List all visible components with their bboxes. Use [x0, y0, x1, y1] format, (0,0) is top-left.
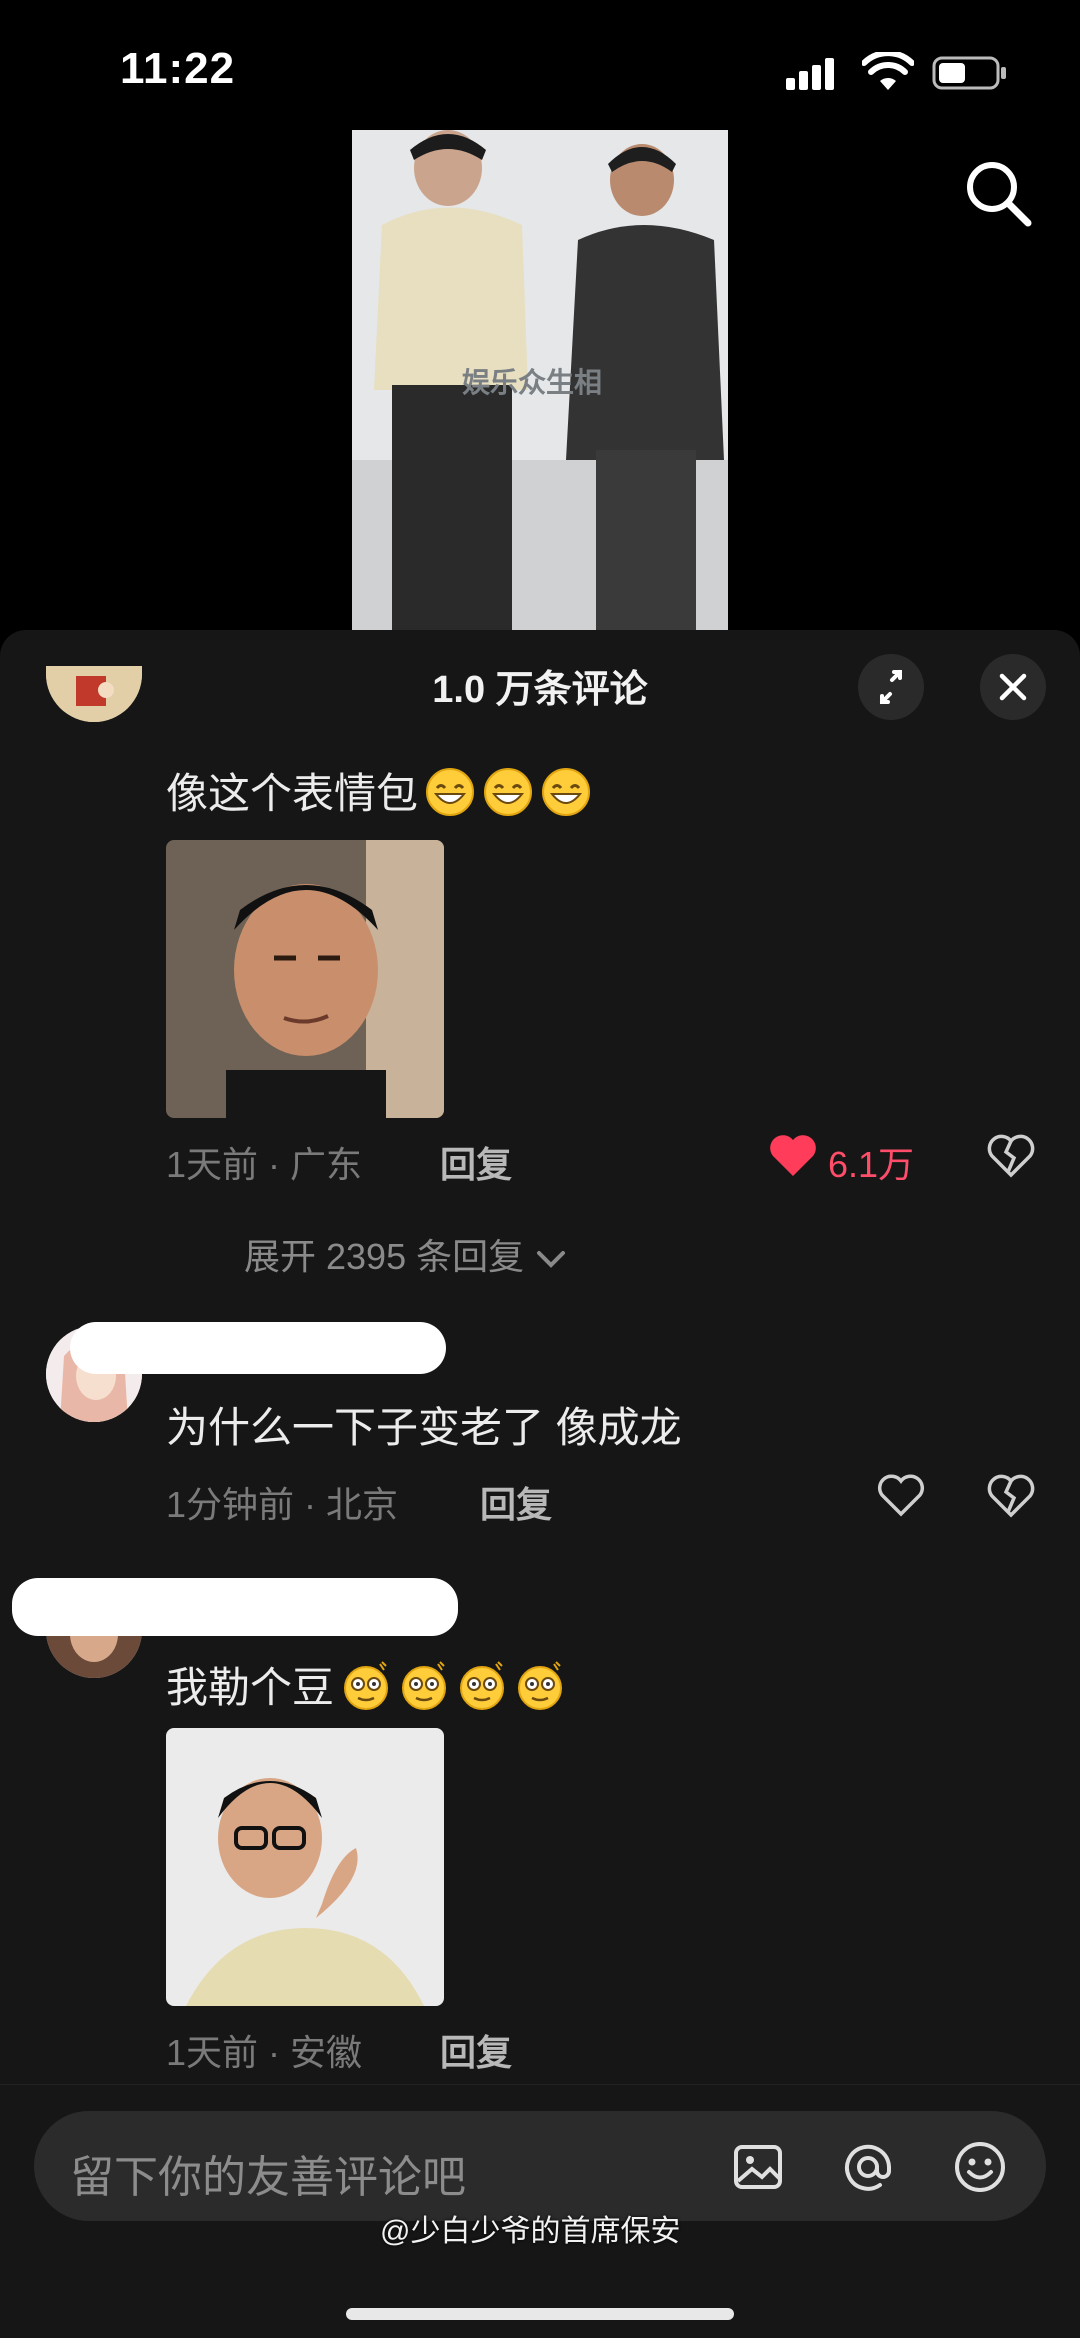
comment-input-placeholder: 留下你的友善评论吧: [70, 2153, 466, 2202]
mention-icon[interactable]: [840, 2139, 896, 2195]
grin-emoji-icon: [542, 768, 591, 816]
image-picker-icon[interactable]: [730, 2139, 786, 2195]
redaction-mark: [12, 1578, 458, 1636]
video-watermark: 娱乐众生相: [462, 366, 602, 399]
comment-input[interactable]: 留下你的友善评论吧: [34, 2111, 1046, 2221]
heart-filled-icon[interactable]: [768, 1132, 818, 1178]
redaction-mark: [70, 1322, 446, 1374]
dislike-icon[interactable]: [986, 1132, 1036, 1178]
source-watermark: @少白少爷的首席保安: [380, 2215, 681, 2248]
comment-meta: 1天前 · 安徽: [166, 2032, 363, 2073]
comment-body: 为什么一下子变老了 像成龙: [166, 1404, 682, 1451]
dizzy-emoji-icon: [518, 1661, 563, 1710]
comment-text: 像这个表情包: [166, 760, 592, 821]
sticker-image: [166, 1728, 444, 2006]
dizzy-emoji-icon: [402, 1661, 447, 1710]
comment-sheet: 1.0 万条评论 像这个表情包 1天前 · 广东 回复 6.1万 展开 2395…: [0, 630, 1080, 2338]
dizzy-emoji-icon: [344, 1661, 389, 1710]
comment-meta: 1天前 · 广东: [166, 1144, 363, 1185]
battery-icon: [932, 56, 1006, 90]
avatar[interactable]: [46, 666, 142, 722]
reply-button[interactable]: 回复: [480, 1476, 552, 1528]
close-icon: [999, 673, 1027, 701]
expand-replies-label: 展开 2395 条回复: [244, 1236, 525, 1277]
avatar-image: [46, 666, 142, 722]
comment-image[interactable]: [166, 1728, 444, 2006]
sticker-image: [166, 840, 444, 1118]
reply-button[interactable]: 回复: [440, 1136, 512, 1188]
video-thumbnail[interactable]: 娱乐众生相: [352, 130, 728, 630]
search-icon[interactable]: [960, 155, 1036, 231]
comment-meta: 1分钟前 · 北京: [166, 1484, 399, 1525]
like-count: 6.1万: [828, 1144, 915, 1185]
comment-text: 我勒个豆: [166, 1654, 566, 1715]
heart-outline-icon[interactable]: [876, 1472, 926, 1518]
close-button[interactable]: [980, 654, 1046, 720]
reply-button[interactable]: 回复: [440, 2024, 512, 2076]
comment-image[interactable]: [166, 840, 444, 1118]
home-indicator[interactable]: [346, 2308, 734, 2320]
expand-replies[interactable]: 展开 2395 条回复: [244, 1228, 568, 1280]
wifi-icon: [862, 52, 914, 90]
chevron-down-icon: [537, 1251, 566, 1268]
emoji-picker-icon[interactable]: [952, 2139, 1008, 2195]
cellular-signal-icon: [786, 58, 834, 90]
dizzy-emoji-icon: [460, 1661, 505, 1710]
dislike-icon[interactable]: [986, 1472, 1036, 1518]
video-frame-image: 娱乐众生相: [352, 130, 728, 630]
fullscreen-button[interactable]: [858, 654, 924, 720]
grin-emoji-icon: [426, 768, 475, 816]
grin-emoji-icon: [484, 768, 533, 816]
status-time: 11:22: [120, 44, 236, 93]
expand-icon: [880, 670, 902, 704]
comment-body: 我勒个豆: [166, 1664, 335, 1711]
comment-body: 像这个表情包: [166, 770, 419, 817]
status-bar: 11:22: [0, 0, 1080, 130]
